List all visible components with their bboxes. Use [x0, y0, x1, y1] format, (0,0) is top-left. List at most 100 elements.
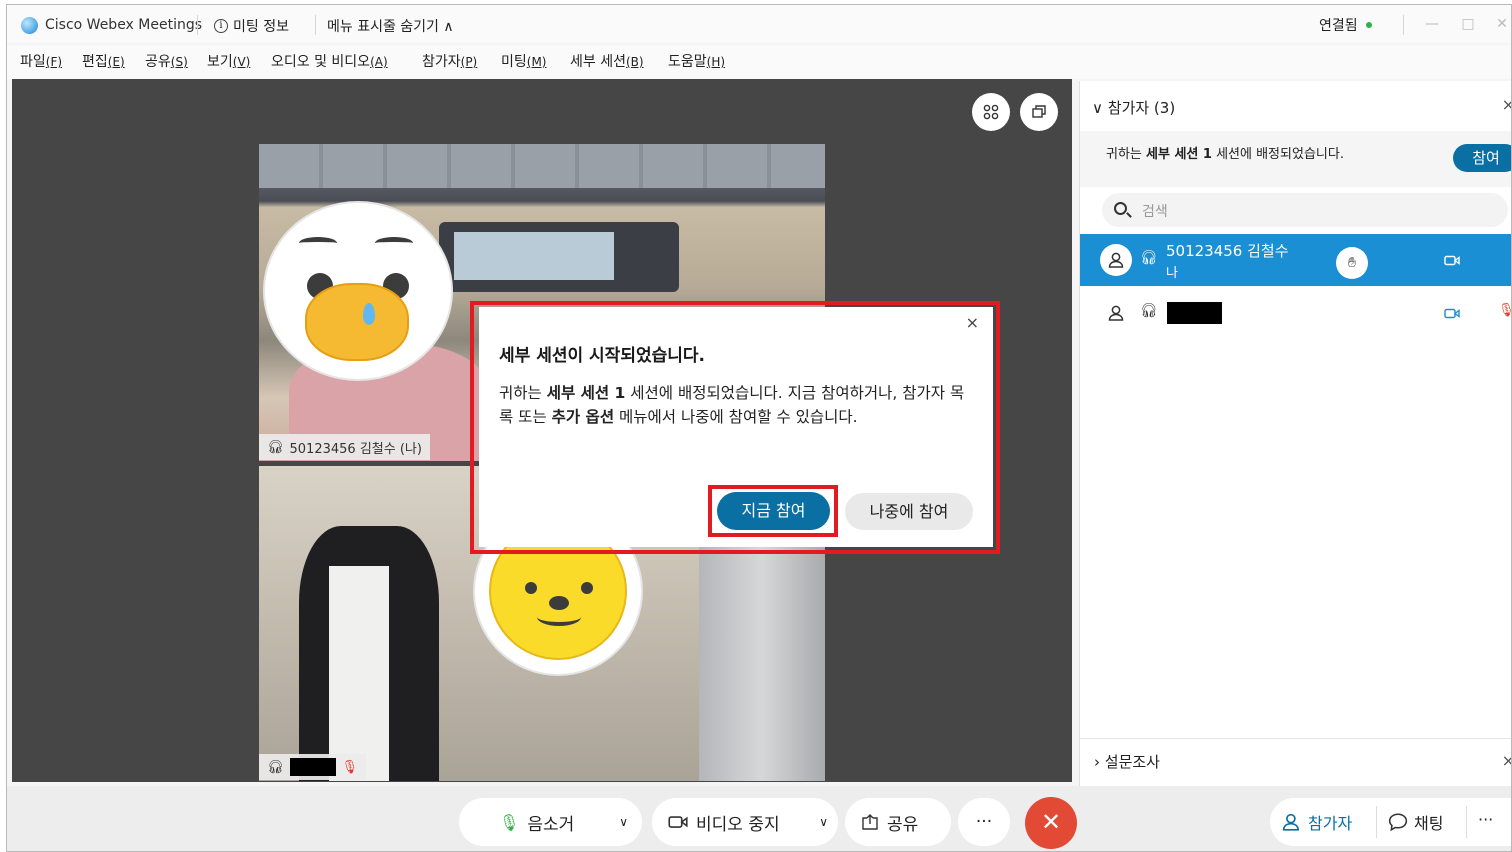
- raise-hand-icon[interactable]: ✋︎: [1336, 247, 1368, 279]
- share-icon: [862, 814, 878, 830]
- more-options-button[interactable]: ···: [958, 798, 1010, 846]
- title-bar: Cisco Webex Meetings i 미팅 정보 메뉴 표시줄 숨기기 …: [7, 5, 1511, 43]
- popout-icon: [1032, 105, 1046, 118]
- redacted-name: [289, 758, 336, 776]
- participants-toggle-button[interactable]: 참가자: [1282, 810, 1352, 834]
- participants-title: 참가자 (3): [1107, 99, 1176, 117]
- microphone-icon: 🎙︎: [499, 812, 520, 832]
- dialog-message: 귀하는 세부 세션 1 세션에 배정되었습니다. 지금 참여하거나, 참가자 목…: [499, 384, 965, 426]
- menu-file[interactable]: 파일(F): [20, 51, 62, 71]
- muted-mic-icon: 🎙︎: [341, 759, 359, 775]
- camera-icon: [668, 816, 688, 828]
- menu-help[interactable]: 도움말(H): [668, 51, 725, 71]
- participant-name-tag: 🎧︎ 🎙︎: [259, 754, 367, 780]
- chevron-down-icon: ∨: [1092, 99, 1103, 117]
- divider: [197, 15, 198, 35]
- participant-row[interactable]: 🎧︎ 🎙︎: [1080, 293, 1511, 333]
- chevron-down-icon[interactable]: ∨: [819, 815, 828, 829]
- divider: [1466, 806, 1467, 838]
- participant-search-input[interactable]: 검색: [1102, 193, 1508, 227]
- participants-panel-header[interactable]: ∨ 참가자 (3): [1092, 97, 1175, 118]
- menu-audio-video[interactable]: 오디오 및 비디오(A): [271, 51, 388, 71]
- more-panels-button[interactable]: ···: [1478, 810, 1493, 829]
- dialog-close-icon[interactable]: ×: [966, 313, 979, 332]
- app-name: Cisco Webex Meetings: [45, 17, 203, 33]
- maximize-icon[interactable]: □: [1457, 13, 1479, 35]
- menu-participant[interactable]: 참가자(P): [422, 51, 477, 71]
- stop-video-button[interactable]: 비디오 중지 ∨: [652, 798, 838, 846]
- menu-view[interactable]: 보기(V): [207, 51, 250, 71]
- join-breakout-button[interactable]: 참여: [1453, 144, 1511, 172]
- search-placeholder: 검색: [1142, 204, 1168, 220]
- webex-window: Cisco Webex Meetings i 미팅 정보 메뉴 표시줄 숨기기 …: [6, 4, 1512, 852]
- join-now-button[interactable]: 지금 참여: [717, 492, 830, 530]
- end-meeting-button[interactable]: ✕: [1025, 797, 1077, 849]
- participants-toggle-label: 참가자: [1308, 814, 1353, 833]
- share-label: 공유: [887, 814, 919, 835]
- share-button[interactable]: 공유: [845, 798, 951, 846]
- person-shirt: [329, 566, 389, 781]
- menu-meeting[interactable]: 미팅(M): [501, 51, 546, 71]
- connection-status: 연결됨: [1319, 15, 1372, 35]
- avatar: [1100, 297, 1132, 329]
- panel-toggle-group: 참가자 채팅 ···: [1270, 798, 1511, 846]
- poll-section[interactable]: › 설문조사 ×: [1080, 738, 1511, 786]
- webex-logo-icon: [21, 17, 38, 34]
- meeting-info-button[interactable]: i 미팅 정보: [214, 16, 289, 36]
- self-name-tag: 🎧︎ 50123456 김철수 (나): [259, 434, 430, 460]
- grid-layout-button[interactable]: [972, 93, 1010, 131]
- poll-header: › 설문조사: [1094, 751, 1160, 772]
- close-window-icon[interactable]: ✕: [1491, 13, 1511, 35]
- background-screen: [454, 232, 614, 280]
- info-icon: i: [214, 19, 228, 33]
- connection-status-label: 연결됨: [1319, 18, 1358, 34]
- camera-icon: [1444, 255, 1460, 266]
- menu-edit[interactable]: 편집(E): [82, 51, 125, 71]
- participant-sub-label: 나: [1166, 266, 1178, 281]
- close-poll-icon[interactable]: ×: [1502, 751, 1511, 770]
- grid-icon: [983, 104, 999, 120]
- chat-toggle-label: 채팅: [1414, 814, 1444, 833]
- assignment-text: 귀하는 세부 세션 1 세션에 배정되었습니다.: [1106, 147, 1344, 162]
- participants-panel: ∨ 참가자 (3) × 귀하는 세부 세션 1 세션에 배정되었습니다. 참여 …: [1079, 81, 1511, 786]
- popout-layout-button[interactable]: [1020, 93, 1058, 131]
- join-later-button[interactable]: 나중에 참여: [845, 493, 973, 530]
- divider: [1376, 806, 1377, 838]
- mute-button[interactable]: 🎙︎ 음소거 ∨: [459, 798, 642, 846]
- headset-icon: 🎧︎: [267, 759, 284, 775]
- hide-menu-bar-button[interactable]: 메뉴 표시줄 숨기기 ∧: [327, 16, 454, 36]
- connected-dot-icon: [1365, 22, 1372, 28]
- minimize-icon[interactable]: —: [1421, 13, 1443, 35]
- poll-label: 설문조사: [1104, 753, 1160, 771]
- mute-label: 음소거: [527, 814, 575, 835]
- search-icon: [1114, 202, 1127, 215]
- user-icon: [1108, 252, 1124, 268]
- self-name-label: 50123456 김철수 (나): [289, 441, 422, 457]
- chevron-right-icon: ›: [1094, 753, 1100, 771]
- headset-icon: 🎧︎: [1140, 303, 1158, 319]
- divider: [315, 15, 316, 35]
- chat-toggle-button[interactable]: 채팅: [1388, 810, 1443, 834]
- ceiling-background: [259, 144, 825, 188]
- muted-mic-icon: 🎙︎: [1498, 303, 1511, 318]
- menu-share[interactable]: 공유(S): [145, 51, 188, 71]
- headset-icon: 🎧︎: [267, 439, 284, 455]
- participant-row[interactable]: 🎧︎ 50123456 김철수 나 ✋︎: [1080, 234, 1511, 286]
- headset-icon: 🎧︎: [1140, 250, 1158, 266]
- participants-icon: [1282, 813, 1299, 831]
- menu-bar: 파일(F) 편집(E) 공유(S) 보기(V) 오디오 및 비디오(A) 참가자…: [7, 45, 1511, 79]
- close-icon: ✕: [1040, 808, 1062, 836]
- breakout-assignment-bar: 귀하는 세부 세션 1 세션에 배정되었습니다. 참여: [1080, 131, 1511, 187]
- user-icon: [1108, 305, 1124, 321]
- menu-breakout-session[interactable]: 세부 세션(B): [570, 51, 644, 71]
- close-panel-icon[interactable]: ×: [1502, 95, 1511, 114]
- meeting-controls-bar: 🎙︎ 음소거 ∨ 비디오 중지 ∨ 공유 ··· ✕ 참가자 채팅 ···: [7, 786, 1511, 851]
- avatar: [1100, 244, 1132, 276]
- chat-icon: [1388, 813, 1408, 832]
- camera-icon: [1444, 308, 1460, 319]
- meeting-info-label: 미팅 정보: [233, 19, 289, 35]
- divider: [1403, 15, 1404, 35]
- redacted-name: [1167, 302, 1222, 324]
- chevron-down-icon[interactable]: ∨: [619, 815, 628, 829]
- stop-video-label: 비디오 중지: [696, 814, 780, 835]
